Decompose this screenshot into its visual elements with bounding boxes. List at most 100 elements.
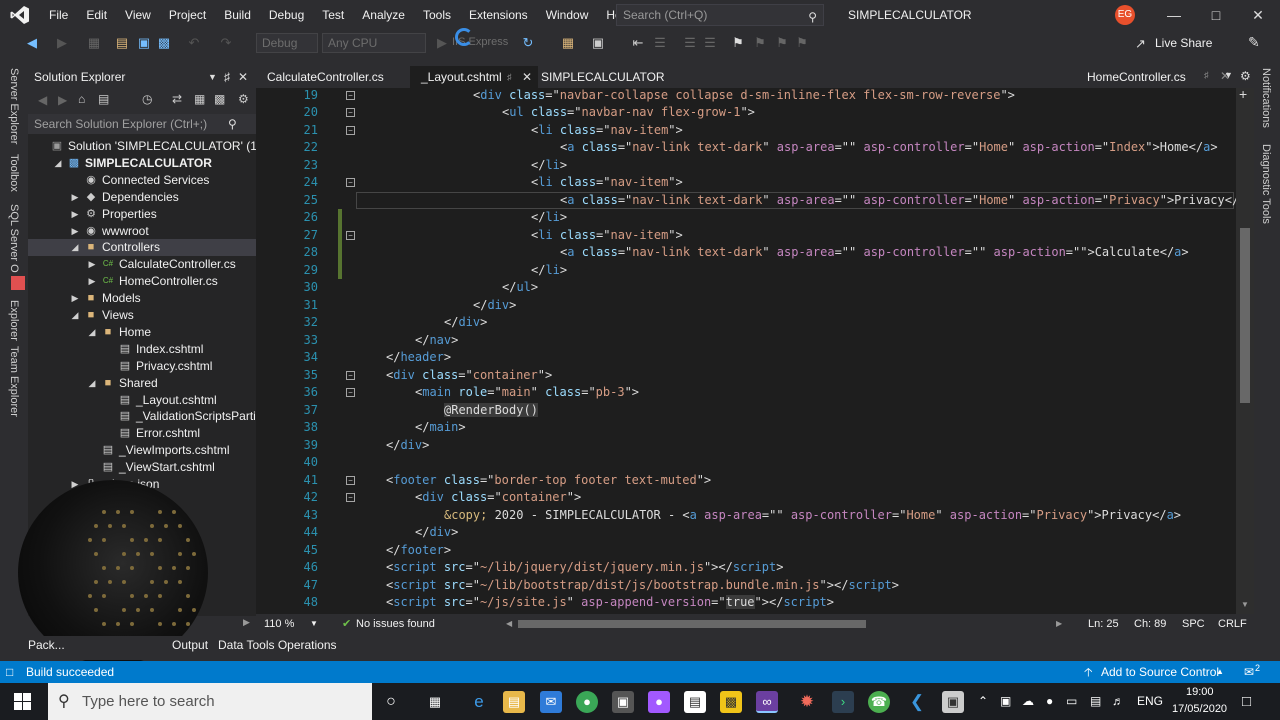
tab-team-explorer[interactable]: Team Explorer bbox=[8, 346, 20, 417]
save-icon[interactable]: ▣ bbox=[136, 35, 152, 51]
configuration-select[interactable]: Debug bbox=[256, 33, 318, 53]
bookmark-icon[interactable]: ⚑ bbox=[730, 35, 746, 51]
code-line[interactable]: <div class="navbar-collapse collapse d-s… bbox=[473, 88, 1015, 104]
code-line[interactable]: </div> bbox=[473, 297, 516, 315]
tree-item[interactable]: ▶ ◉ wwwroot bbox=[28, 223, 256, 240]
run-icon[interactable]: ▶ bbox=[434, 35, 450, 51]
doc-tab-simplecalculator[interactable]: SIMPLECALCULATOR bbox=[530, 66, 676, 88]
powershell-icon[interactable]: › bbox=[832, 691, 854, 713]
refresh-icon[interactable]: ↻ bbox=[520, 35, 536, 51]
tree-item[interactable]: ▤ _ViewImports.cshtml bbox=[28, 442, 256, 459]
redo-icon[interactable]: ↷ bbox=[218, 35, 234, 51]
menu-edit[interactable]: Edit bbox=[77, 0, 116, 30]
split-editor-icon[interactable]: + bbox=[1239, 86, 1247, 102]
code-line[interactable]: </li> bbox=[531, 262, 567, 280]
figma-icon[interactable]: ● bbox=[648, 691, 670, 713]
chrome-icon[interactable]: ● bbox=[576, 691, 598, 713]
expanded-arrow-icon[interactable]: ◢ bbox=[87, 375, 97, 392]
expanded-arrow-icon[interactable]: ◢ bbox=[70, 239, 80, 256]
code-line[interactable]: </main> bbox=[415, 419, 466, 437]
postman-icon[interactable]: ✹ bbox=[796, 691, 818, 713]
tab-output[interactable]: Output bbox=[172, 636, 208, 654]
add-to-source-control-button[interactable]: Add to Source Control bbox=[1101, 661, 1219, 683]
tree-item[interactable]: ▣ Solution 'SIMPLECALCULATOR' (1 of 1 p bbox=[28, 138, 256, 155]
switch-views-icon[interactable]: ▤ bbox=[98, 92, 109, 106]
source-control-dropdown-icon[interactable]: ▲ bbox=[1216, 661, 1224, 683]
se-search-icon[interactable]: ⚲ bbox=[228, 114, 237, 134]
task-view-icon[interactable]: ▦ bbox=[424, 691, 446, 713]
whatsapp-icon[interactable]: ☎ bbox=[868, 691, 890, 713]
new-project-icon[interactable]: ▦ bbox=[86, 35, 102, 51]
menu-view[interactable]: View bbox=[116, 0, 160, 30]
menu-file[interactable]: File bbox=[40, 0, 77, 30]
fold-toggle-icon[interactable]: − bbox=[346, 90, 355, 100]
fold-toggle-icon[interactable]: − bbox=[346, 388, 355, 397]
code-line[interactable]: <div class="container"> bbox=[386, 367, 552, 385]
fold-toggle-icon[interactable]: − bbox=[346, 178, 355, 187]
code-line[interactable]: </div> bbox=[415, 524, 458, 542]
code-line[interactable]: </footer> bbox=[386, 542, 451, 560]
scroll-down-icon[interactable]: ▼ bbox=[1241, 600, 1249, 609]
tree-item[interactable]: ▶ C# CalculateController.cs bbox=[28, 256, 256, 273]
clear-bookmarks-icon[interactable]: ⚑ bbox=[794, 35, 810, 51]
collapsed-arrow-icon[interactable]: ▶ bbox=[70, 223, 80, 240]
collapsed-arrow-icon[interactable]: ▶ bbox=[70, 206, 80, 223]
file-explorer-icon[interactable]: ▤ bbox=[503, 691, 525, 713]
store-icon[interactable]: ▣ bbox=[612, 691, 634, 713]
tree-item[interactable]: ▤ Privacy.cshtml bbox=[28, 358, 256, 375]
platform-select[interactable]: Any CPU bbox=[322, 33, 426, 53]
code-line[interactable]: </header> bbox=[386, 349, 451, 367]
search-icon[interactable]: ⚲ bbox=[808, 7, 817, 27]
onedrive-icon[interactable]: ☁ bbox=[1022, 683, 1034, 720]
notepad-icon[interactable]: ▤ bbox=[684, 691, 706, 713]
se-forward-icon[interactable]: ▶ bbox=[58, 93, 67, 107]
maximize-button[interactable]: □ bbox=[1196, 0, 1236, 30]
code-line[interactable]: <div class="container"> bbox=[415, 489, 581, 507]
expanded-arrow-icon[interactable]: ◢ bbox=[70, 307, 80, 324]
tab-notifications[interactable]: Notifications bbox=[1260, 68, 1272, 128]
code-line[interactable]: <main role="main" class="pb-3"> bbox=[415, 384, 639, 402]
code-line[interactable]: <ul class="navbar-nav flex-grow-1"> bbox=[502, 104, 755, 122]
code-line[interactable]: </div> bbox=[444, 314, 487, 332]
tree-item[interactable]: ◢ ■ Views bbox=[28, 307, 256, 324]
tree-item[interactable]: ◢ ▩ SIMPLECALCULATOR bbox=[28, 155, 256, 172]
code-line[interactable]: </nav> bbox=[415, 332, 458, 350]
history-icon[interactable]: ◷ bbox=[142, 92, 152, 106]
scroll-right-icon[interactable]: ▶ bbox=[243, 617, 250, 628]
tab-pin-icon[interactable]: ♯ bbox=[507, 66, 512, 88]
menu-debug[interactable]: Debug bbox=[260, 0, 313, 30]
zoom-dropdown-icon[interactable]: ▼ bbox=[310, 614, 318, 634]
zoom-level[interactable]: 110 % bbox=[264, 614, 294, 634]
collapsed-arrow-icon[interactable]: ▶ bbox=[87, 273, 97, 290]
language-indicator[interactable]: ENG bbox=[1137, 683, 1163, 720]
tab-data-tools-operations[interactable]: Data Tools Operations bbox=[218, 636, 337, 654]
collapsed-arrow-icon[interactable]: ▶ bbox=[87, 256, 97, 273]
tab-pin-icon[interactable]: ♯ bbox=[1204, 70, 1209, 80]
menu-extensions[interactable]: Extensions bbox=[460, 0, 537, 30]
tray-app-icon[interactable]: ▣ bbox=[1000, 683, 1011, 720]
comment-icon[interactable]: ☰ bbox=[682, 35, 698, 51]
notifications-icon[interactable]: ✉ bbox=[1244, 661, 1254, 683]
code-line[interactable]: <li class="nav-item"> bbox=[531, 122, 683, 140]
menu-project[interactable]: Project bbox=[160, 0, 215, 30]
collapse-all-icon[interactable]: ▦ bbox=[194, 92, 205, 106]
code-line[interactable]: </div> bbox=[386, 437, 429, 455]
fold-toggle-icon[interactable]: − bbox=[346, 230, 355, 240]
tree-item[interactable]: ◉ Connected Services bbox=[28, 172, 256, 189]
open-file-icon[interactable]: ▤ bbox=[114, 35, 130, 51]
taskbar-search-input[interactable]: ⚲ Type here to search bbox=[48, 683, 372, 720]
editor-vertical-scrollbar[interactable]: + ▼ bbox=[1236, 86, 1254, 614]
hscroll-right-icon[interactable]: ▶ bbox=[1056, 614, 1062, 634]
code-line[interactable]: </ul> bbox=[502, 279, 538, 297]
tree-item[interactable]: ▤ _ValidationScriptsPartial.c bbox=[28, 408, 256, 425]
doc-tab-home-controller[interactable]: HomeController.cs bbox=[1076, 66, 1197, 88]
feedback-icon[interactable]: ✎ bbox=[1248, 34, 1260, 51]
collapsed-arrow-icon[interactable]: ▶ bbox=[70, 290, 80, 307]
code-line[interactable]: </li> bbox=[531, 157, 567, 175]
code-line[interactable]: <a class="nav-link text-dark" asp-area="… bbox=[560, 139, 1218, 157]
line-ending[interactable]: CRLF bbox=[1218, 614, 1247, 634]
live-share-icon[interactable]: ↗ bbox=[1135, 36, 1146, 52]
action-center-icon[interactable]: □ bbox=[1242, 683, 1251, 720]
hscroll-left-icon[interactable]: ◀ bbox=[506, 614, 512, 634]
tab-sql-server[interactable]: SQL Server O bbox=[8, 204, 20, 273]
